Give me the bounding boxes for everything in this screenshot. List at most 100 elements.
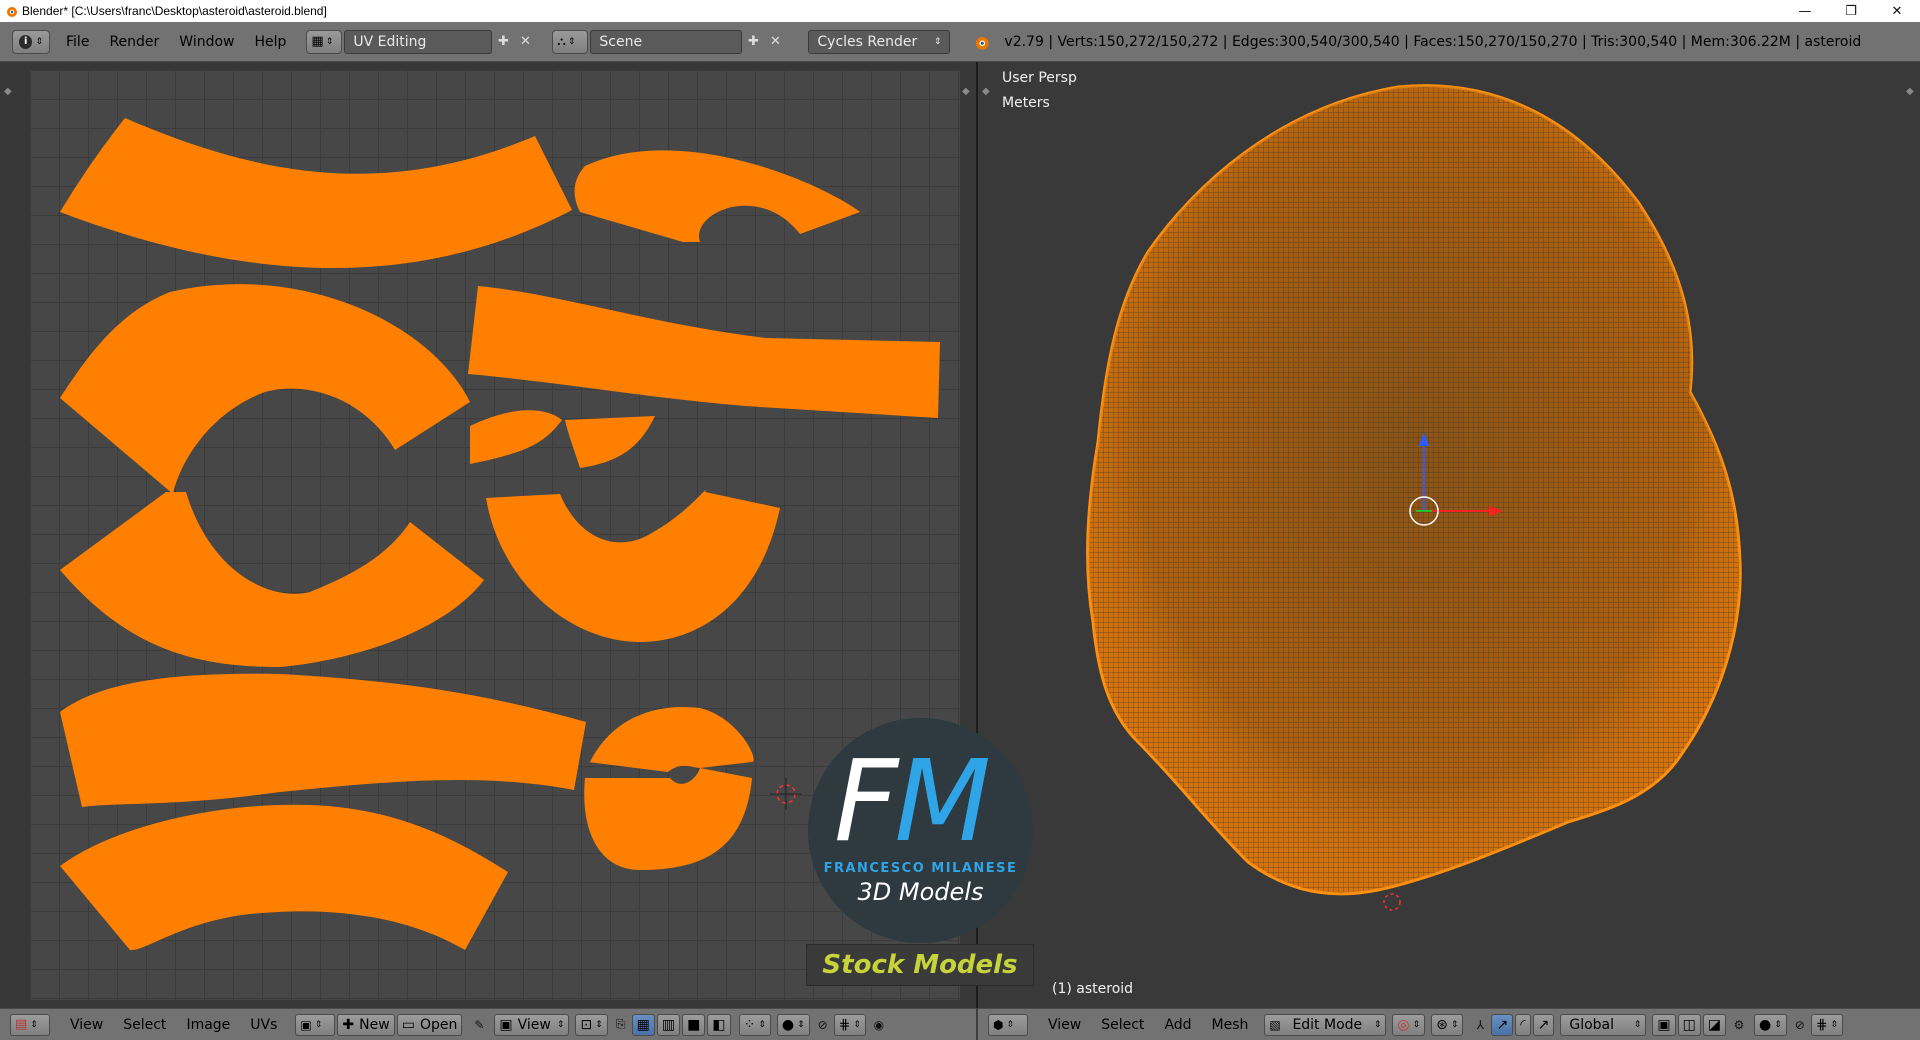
2d-cursor-icon[interactable] bbox=[770, 778, 802, 810]
island-select-icon: ◧ bbox=[712, 1016, 726, 1033]
proportional-edit-dropdown[interactable]: ● ⇕ bbox=[1754, 1013, 1787, 1036]
uv-island bbox=[60, 284, 470, 494]
uv-menu-select[interactable]: Select bbox=[113, 1013, 176, 1037]
chevron-updown-icon: ⇕ bbox=[325, 36, 334, 47]
viewport-shading-dropdown[interactable]: ◎ ⇕ bbox=[1392, 1013, 1426, 1036]
new-image-label: New bbox=[359, 1016, 390, 1033]
transform-orientation-dropdown[interactable]: Global ⇕ bbox=[1560, 1013, 1647, 1036]
screen-layout-field[interactable]: UV Editing bbox=[344, 29, 493, 54]
add-screen-icon[interactable]: ✚ bbox=[492, 30, 514, 54]
scale-manipulator-button[interactable]: ↗ bbox=[1532, 1013, 1555, 1036]
sticky-icon: ⁘ bbox=[743, 1016, 756, 1033]
sticky-selection-dropdown[interactable]: ⁘ ⇕ bbox=[738, 1013, 771, 1036]
3d-viewport[interactable]: ◆ ◆ User Persp Meters (1) asteroid bbox=[978, 62, 1920, 1008]
view-mode-dropdown[interactable]: ▣ View ⇕ bbox=[494, 1013, 570, 1036]
vertex-select-button[interactable]: ▣ bbox=[1652, 1013, 1676, 1036]
menu-help[interactable]: Help bbox=[244, 30, 296, 54]
uv-island bbox=[574, 150, 860, 242]
uv-island bbox=[584, 768, 752, 870]
chevron-updown-icon: ⇕ bbox=[1373, 1019, 1382, 1030]
menu-render[interactable]: Render bbox=[99, 30, 169, 54]
proportional-edit-icon: ● bbox=[781, 1016, 795, 1033]
edge-select-button[interactable]: ◫ bbox=[1677, 1013, 1701, 1036]
chevron-updown-icon: ⇕ bbox=[853, 1019, 861, 1030]
menu-file[interactable]: File bbox=[56, 30, 99, 54]
manipulator-icon[interactable]: ⅄ bbox=[1469, 1014, 1491, 1036]
chevron-updown-icon: ⇕ bbox=[595, 1019, 603, 1030]
translate-manipulator-button[interactable]: ↗ bbox=[1491, 1013, 1514, 1036]
add-scene-icon[interactable]: ✚ bbox=[742, 30, 764, 54]
snap-element-dropdown[interactable]: ⋕ ⇕ bbox=[1810, 1013, 1844, 1036]
scene-icon: ⛬ bbox=[557, 34, 566, 48]
minimize-button[interactable]: — bbox=[1782, 0, 1828, 22]
menu-window[interactable]: Window bbox=[169, 30, 244, 54]
chevron-updown-icon: ⇕ bbox=[556, 1019, 565, 1030]
pivot-dropdown[interactable]: ⊡ ⇕ bbox=[575, 1013, 608, 1036]
chevron-updown-icon: ⇕ bbox=[1006, 1019, 1015, 1030]
editor-type-button[interactable]: ⬢ ⇕ bbox=[988, 1013, 1028, 1036]
view3d-menu-add[interactable]: Add bbox=[1154, 1013, 1201, 1037]
face-select-mode-button[interactable]: ■ bbox=[682, 1013, 706, 1036]
window-title: Blender* [C:\Users\franc\Desktop\asteroi… bbox=[22, 4, 327, 18]
scene-field[interactable]: Scene bbox=[590, 29, 743, 54]
view3d-menu-view[interactable]: View bbox=[1038, 1013, 1091, 1037]
face-select-button[interactable]: ◪ bbox=[1702, 1013, 1727, 1036]
info-icon: i bbox=[19, 34, 33, 49]
remove-screen-icon[interactable]: ✕ bbox=[514, 30, 536, 54]
render-engine-dropdown[interactable]: Cycles Render ⇕ bbox=[808, 29, 951, 54]
editor-type-button[interactable]: ▤ ⇕ bbox=[10, 1013, 50, 1036]
editor-type-info-button[interactable]: i ⇕ bbox=[12, 29, 50, 54]
uv-island bbox=[60, 118, 572, 269]
vertex-select-mode-button[interactable]: ▦ bbox=[631, 1013, 655, 1036]
screen-layout-selector[interactable]: ▦ ⇕ bbox=[306, 29, 343, 54]
pivot-point-dropdown[interactable]: ⊛ ⇕ bbox=[1431, 1013, 1464, 1036]
mode-dropdown[interactable]: ▧ Edit Mode ⇕ bbox=[1264, 1013, 1387, 1036]
overlay-icon[interactable]: ◉ bbox=[868, 1014, 890, 1036]
view3d-menu-mesh[interactable]: Mesh bbox=[1202, 1013, 1259, 1037]
snap-icon[interactable]: ⊘ bbox=[1789, 1014, 1811, 1036]
asteroid-mesh[interactable] bbox=[978, 62, 1920, 1008]
face-select-icon: ■ bbox=[687, 1016, 701, 1033]
watermark-letter-f: F bbox=[834, 737, 898, 867]
uv-menu-view[interactable]: View bbox=[60, 1013, 113, 1037]
edge-select-icon: ◫ bbox=[1682, 1016, 1696, 1033]
image-browse-button[interactable]: ▣ ⇕ bbox=[295, 1013, 336, 1036]
active-object-label: (1) asteroid bbox=[1052, 981, 1134, 997]
sync-selection-icon[interactable]: ⎘ bbox=[610, 1014, 632, 1036]
view3d-menu-select[interactable]: Select bbox=[1091, 1013, 1154, 1037]
scene-selector[interactable]: ⛬ ⇕ bbox=[552, 29, 589, 54]
close-button[interactable]: ✕ bbox=[1874, 0, 1920, 22]
uv-island bbox=[470, 410, 562, 464]
rotate-manipulator-button[interactable]: ◜ bbox=[1515, 1013, 1531, 1036]
uv-menu-image[interactable]: Image bbox=[176, 1013, 240, 1037]
edge-select-icon: ▥ bbox=[661, 1016, 676, 1033]
scale-icon: ↗ bbox=[1537, 1016, 1550, 1033]
watermark-banner: Stock Models bbox=[806, 944, 1034, 986]
watermark-letter-m: M bbox=[894, 737, 991, 867]
occlude-geometry-icon[interactable]: ⚙ bbox=[1728, 1014, 1750, 1036]
maximize-button[interactable]: ❐ bbox=[1828, 0, 1874, 22]
pin-icon[interactable]: ✎ bbox=[468, 1014, 490, 1036]
island-select-mode-button[interactable]: ◧ bbox=[707, 1013, 731, 1036]
chevron-updown-icon: ⇕ bbox=[1412, 1019, 1421, 1030]
open-image-button[interactable]: ▭ Open bbox=[396, 1013, 463, 1036]
chevron-updown-icon: ⇕ bbox=[797, 1019, 805, 1030]
watermark-tagline: 3D Models bbox=[857, 878, 984, 906]
chevron-updown-icon: ⇕ bbox=[35, 36, 43, 47]
remove-scene-icon[interactable]: ✕ bbox=[764, 30, 786, 54]
uv-island bbox=[588, 706, 754, 772]
edge-select-mode-button[interactable]: ▥ bbox=[656, 1013, 681, 1036]
rotate-icon: ◜ bbox=[1520, 1016, 1526, 1033]
image-editor-icon: ▤ bbox=[15, 1017, 28, 1032]
edit-mode-icon: ▧ bbox=[1269, 1017, 1281, 1032]
snap-icon[interactable]: ⊘ bbox=[812, 1014, 834, 1036]
uv-menu-uvs[interactable]: UVs bbox=[240, 1013, 287, 1037]
vertex-select-icon: ▦ bbox=[636, 1016, 650, 1033]
arrow-icon: ↗ bbox=[1496, 1016, 1509, 1033]
proportional-edit-dropdown[interactable]: ● ⇕ bbox=[776, 1013, 810, 1036]
window-title-bar: Blender* [C:\Users\franc\Desktop\asteroi… bbox=[0, 0, 1920, 22]
3d-cursor-icon[interactable] bbox=[1383, 893, 1401, 911]
new-image-button[interactable]: ✚ New bbox=[337, 1013, 395, 1036]
watermark-logo: FM FRANCESCO MILANESE 3D Models bbox=[808, 718, 1033, 943]
snap-element-dropdown[interactable]: ⋕ ⇕ bbox=[833, 1013, 866, 1036]
